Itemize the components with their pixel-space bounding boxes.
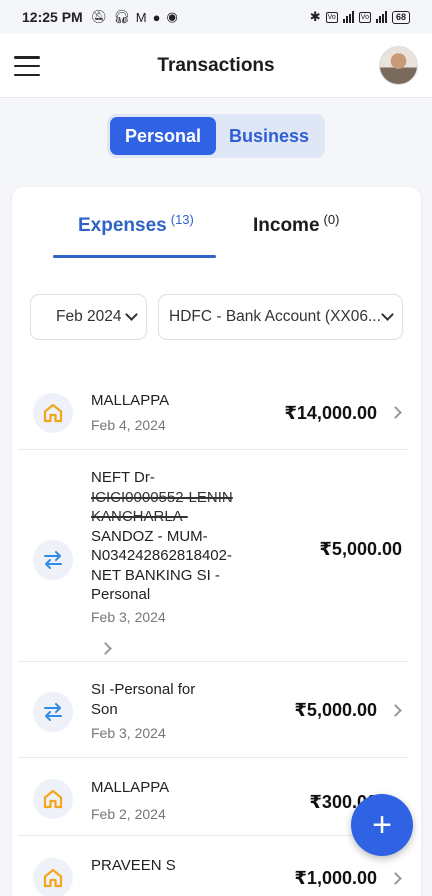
- status-time: 12:25 PM: [22, 9, 83, 25]
- account-dropdown-value: HDFC - Bank Account (XX06...: [169, 308, 381, 325]
- transfer-icon: [33, 540, 73, 580]
- status-left: 12:25 PM 🔕︎ 🎧︎ M ● ◉: [22, 9, 178, 25]
- transaction-row[interactable]: MALLAPPA Feb 4, 2024 ₹14,000.00: [18, 374, 408, 450]
- home-icon: [33, 779, 73, 819]
- status-right: ✱ Vo Vo 68: [310, 9, 410, 25]
- mute-icon: 🔕︎: [90, 9, 108, 24]
- transaction-row[interactable]: SI -Personal for Son Feb 3, 2024 ₹5,000.…: [18, 662, 408, 758]
- transaction-row[interactable]: MALLAPPA Feb 2, 2024 ₹300.00: [18, 758, 408, 836]
- transaction-name: MALLAPPA: [91, 779, 170, 796]
- tab-expenses-count: (13): [170, 212, 194, 227]
- volte-icon: Vo: [325, 11, 338, 23]
- circle-icon: ●: [152, 9, 161, 25]
- avatar[interactable]: [379, 46, 418, 85]
- transaction-date: Feb 4, 2024: [91, 417, 166, 433]
- transaction-name-line: N034242862818402-: [91, 547, 232, 564]
- chevron-right-icon: [389, 406, 402, 419]
- transaction-name-line: NEFT Dr-: [91, 469, 155, 486]
- chevron-right-icon: [99, 642, 112, 655]
- page-title: Transactions: [157, 54, 275, 76]
- tab-income-count: (0): [323, 212, 340, 227]
- add-transaction-button[interactable]: +: [351, 794, 413, 856]
- chevron-down-icon: [381, 308, 394, 321]
- transaction-name: PRAVEEN S: [91, 857, 176, 874]
- signal-icon-2: [375, 11, 387, 23]
- transaction-amount: ₹5,000.00: [319, 539, 402, 559]
- chevron-down-icon: [125, 308, 138, 321]
- month-dropdown[interactable]: Feb 2024: [30, 294, 147, 340]
- transaction-name-line: SI -Personal for: [91, 681, 196, 698]
- transaction-name-line: Personal: [91, 586, 151, 603]
- transaction-date: Feb 3, 2024: [91, 609, 166, 625]
- signal-icon: [342, 11, 354, 23]
- tab-active-indicator: [53, 255, 216, 258]
- segment-business[interactable]: Business: [216, 117, 322, 155]
- home-icon: [33, 858, 73, 896]
- app-bar: Transactions: [0, 34, 432, 98]
- transaction-name: NEFT Dr- ICICI0000552-LENIN KANCHARLA- S…: [91, 468, 256, 605]
- transaction-name-line-redacted: ICICI0000552-LENIN: [91, 488, 233, 506]
- transaction-row[interactable]: PRAVEEN S ₹1,000.00: [18, 836, 408, 896]
- transaction-amount: ₹5,000.00: [294, 700, 377, 720]
- segment-personal[interactable]: Personal: [110, 117, 216, 155]
- transaction-amount: ₹1,000.00: [294, 868, 377, 888]
- transaction-name: SI -Personal for Son: [91, 680, 256, 719]
- transaction-date: Feb 2, 2024: [91, 806, 166, 822]
- volte-icon-2: Vo: [358, 11, 371, 23]
- transaction-date: Feb 3, 2024: [91, 725, 166, 741]
- tabs: Expenses (13) Income (0): [12, 212, 421, 258]
- tab-income[interactable]: Income (0): [253, 212, 340, 237]
- transactions-card: Expenses (13) Income (0) Feb 2024 HDFC -…: [12, 187, 421, 896]
- mail-icon: M: [135, 9, 147, 25]
- month-dropdown-value: Feb 2024: [56, 308, 122, 325]
- account-dropdown[interactable]: HDFC - Bank Account (XX06...: [158, 294, 403, 340]
- hamburger-menu-icon[interactable]: [14, 56, 40, 76]
- transfer-icon: [33, 692, 73, 732]
- chevron-right-icon: [389, 704, 402, 717]
- transaction-name-line: NET BANKING SI -: [91, 566, 220, 584]
- tab-expenses-label: Expenses: [78, 215, 167, 236]
- transaction-name-line: SANDOZ - MUM-: [91, 527, 208, 545]
- transaction-name-line-redacted: KANCHARLA-: [91, 508, 188, 525]
- bluetooth-icon: ✱: [309, 9, 321, 24]
- home-icon: [33, 393, 73, 433]
- transaction-row[interactable]: NEFT Dr- ICICI0000552-LENIN KANCHARLA- S…: [18, 450, 408, 662]
- tab-expenses[interactable]: Expenses (13): [78, 212, 194, 237]
- transaction-name-line: Son: [91, 700, 118, 718]
- plus-icon: +: [372, 806, 392, 844]
- status-bar: 12:25 PM 🔕︎ 🎧︎ M ● ◉ ✱ Vo Vo 68: [0, 0, 432, 34]
- notification-icons: 🔕︎ 🎧︎ M ● ◉: [91, 9, 178, 25]
- transaction-name: MALLAPPA: [91, 392, 170, 409]
- battery-icon: 68: [391, 10, 410, 24]
- chevron-right-icon: [389, 872, 402, 885]
- app-icon: ◉: [166, 9, 178, 24]
- account-type-toggle: Personal Business: [107, 114, 325, 158]
- transaction-amount: ₹14,000.00: [284, 403, 377, 423]
- headphones-icon: 🎧︎: [113, 9, 130, 24]
- tab-income-label: Income: [253, 215, 320, 236]
